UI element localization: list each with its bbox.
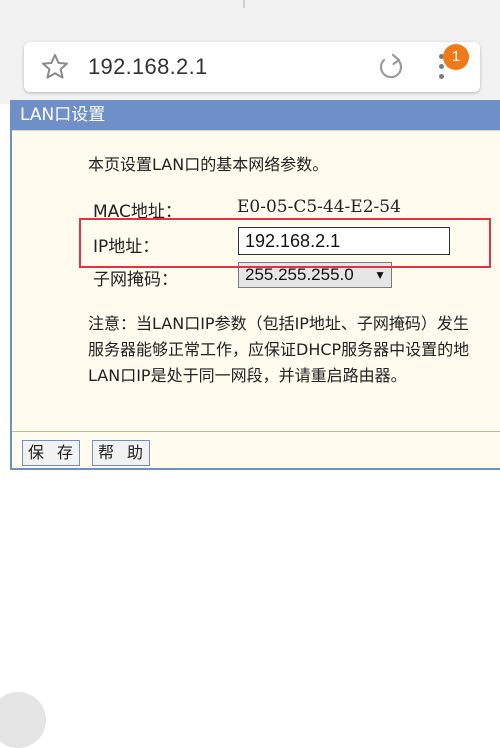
subnet-mask-label: 子网掩码：: [93, 270, 178, 290]
subnet-mask-select[interactable]: 255.255.255.0 ▼: [238, 262, 392, 288]
address-bar[interactable]: 192.168.2.1: [24, 42, 480, 92]
browser-toolbar: 192.168.2.1 1: [0, 0, 500, 104]
lan-settings-form: 本页设置LAN口的基本网络参数。 MAC地址： E0-05-C5-44-E2-5…: [12, 130, 500, 431]
star-outline-icon[interactable]: [40, 52, 70, 82]
subnet-mask-value: 255.255.255.0: [245, 265, 354, 284]
button-bar: 保 存 帮 助: [12, 431, 500, 469]
notification-badge: 1: [443, 44, 469, 70]
panel-title: LAN口设置: [12, 100, 500, 130]
note-line: 服务器能够正常工作，应保证DHCP服务器中设置的地: [88, 340, 470, 359]
mac-value: E0-05-C5-44-E2-54: [237, 197, 401, 217]
lan-settings-panel: LAN口设置 本页设置LAN口的基本网络参数。 MAC地址： E0-05-C5-…: [10, 100, 500, 470]
note-line: LAN口IP是处于同一网段，并请重启路由器。: [88, 366, 407, 385]
url-text[interactable]: 192.168.2.1: [88, 54, 208, 80]
mac-label: MAC地址：: [93, 202, 182, 222]
dropdown-arrow-icon: ▼: [374, 268, 386, 282]
note-text: 注意：当LAN口IP参数（包括IP地址、子网掩码）发生 服务器能够正常工作，应保…: [88, 311, 500, 389]
reload-icon[interactable]: [376, 52, 406, 82]
intro-text: 本页设置LAN口的基本网络参数。: [88, 155, 329, 174]
floating-button-remnant: [0, 692, 46, 748]
ip-label: IP地址：: [93, 237, 160, 257]
help-button[interactable]: 帮 助: [92, 440, 150, 466]
save-button[interactable]: 保 存: [22, 440, 80, 466]
ip-address-input[interactable]: 192.168.2.1: [238, 227, 450, 255]
note-line: 注意：当LAN口IP参数（包括IP地址、子网掩码）发生: [88, 314, 469, 333]
status-bar-remnant: [243, 0, 245, 8]
